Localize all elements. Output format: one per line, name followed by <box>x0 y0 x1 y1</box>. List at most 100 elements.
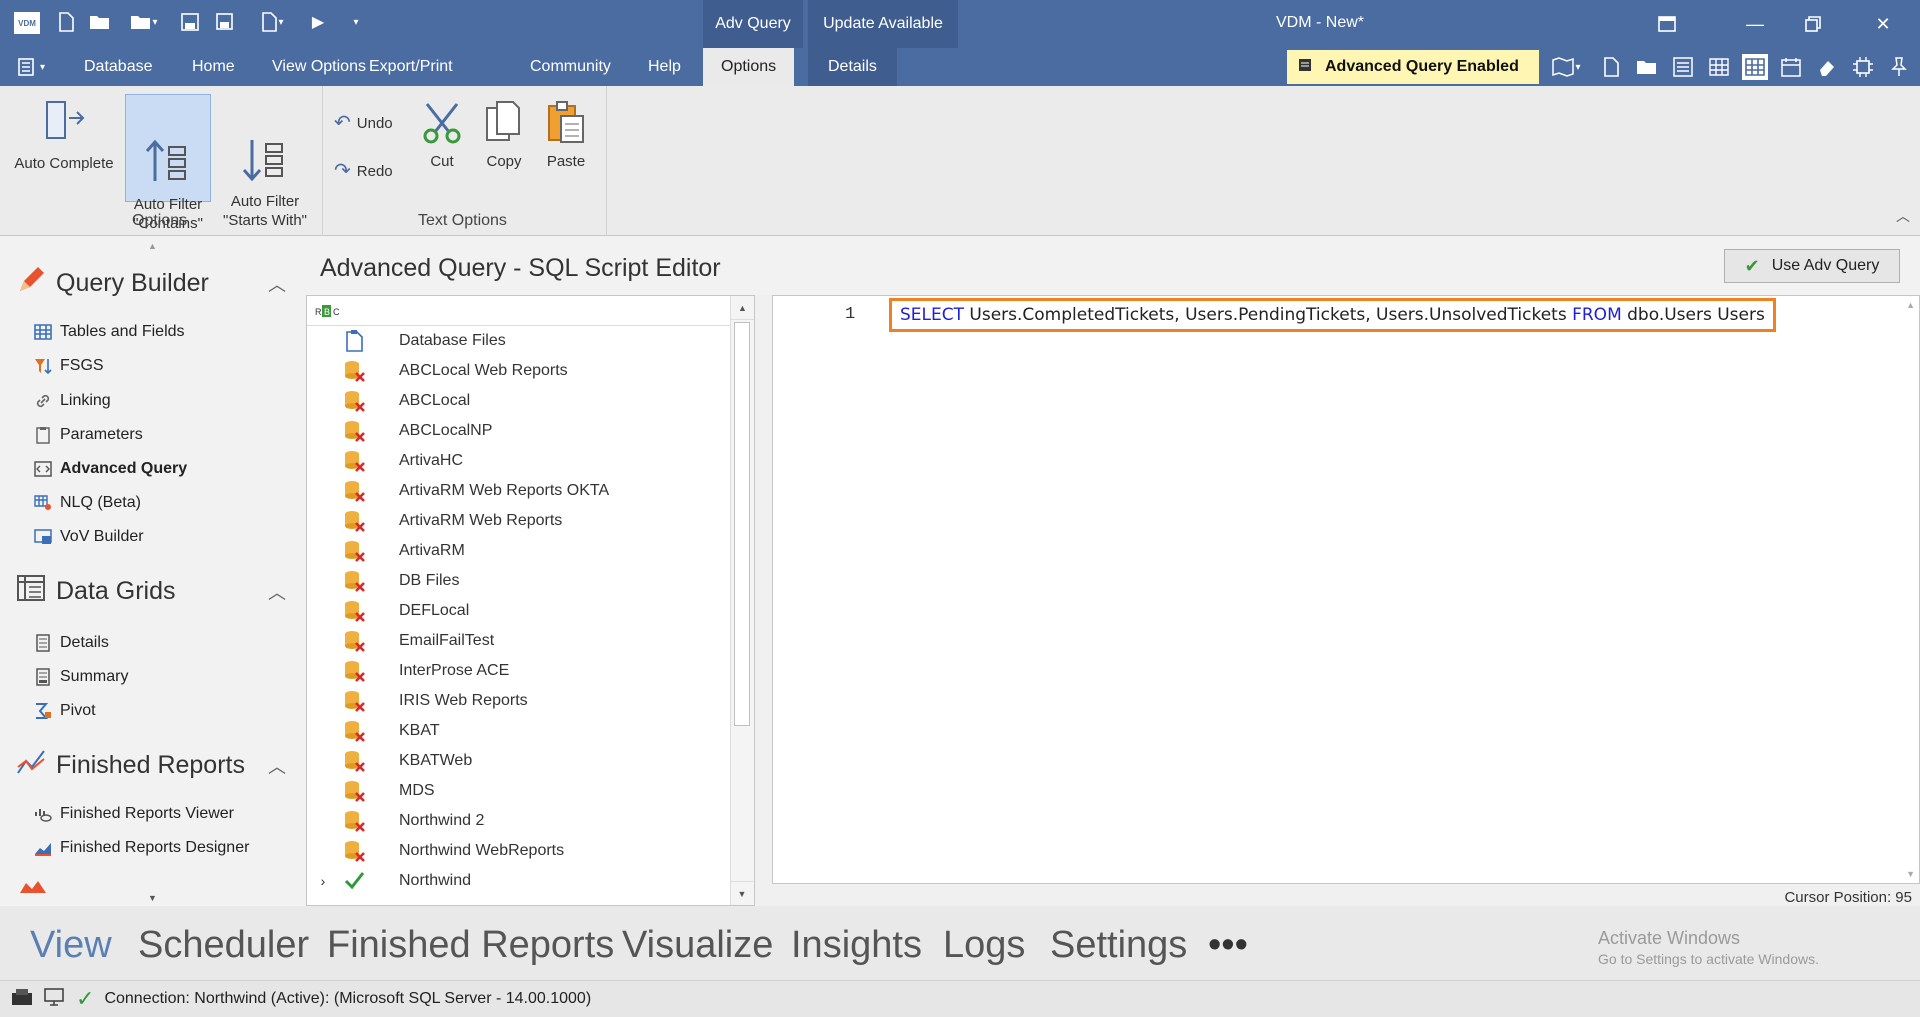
scroll-down-icon[interactable]: ▼ <box>148 893 157 903</box>
sidebar-item-vov-builder[interactable]: VoV Builder <box>34 528 144 546</box>
nav-visualize[interactable]: Visualize <box>622 924 773 967</box>
collapse-query-builder-icon[interactable]: ︿ <box>268 271 286 297</box>
tab-home[interactable]: Home <box>192 48 235 86</box>
tab-export-print[interactable]: Export/Print <box>369 48 453 86</box>
spellcheck-icon[interactable]: RBC <box>315 304 341 322</box>
undo-button[interactable]: ↶ Undo <box>334 110 406 136</box>
scroll-down-arrow-icon[interactable]: ▼ <box>731 881 753 905</box>
paste-button[interactable]: Paste <box>538 100 594 184</box>
folder-icon[interactable] <box>1634 54 1660 80</box>
collapse-finished-reports-icon[interactable]: ︿ <box>268 753 286 779</box>
expand-chevron-icon[interactable]: › <box>307 873 339 889</box>
nav-scheduler[interactable]: Scheduler <box>138 924 309 967</box>
collapse-data-grids-icon[interactable]: ︿ <box>268 579 286 605</box>
auto-complete-button[interactable]: Auto Complete <box>8 96 120 196</box>
run-icon[interactable]: ▶ <box>306 10 330 34</box>
editor-scroll-up-icon[interactable]: ▲ <box>1906 300 1915 310</box>
nav-view[interactable]: View <box>30 924 112 967</box>
sidebar-item-details[interactable]: Details <box>34 634 109 652</box>
list-item[interactable]: MDS <box>307 776 727 806</box>
list-item[interactable]: Northwind 2 <box>307 806 727 836</box>
section-query-builder[interactable]: Query Builder <box>16 265 209 302</box>
editor-scroll-down-icon[interactable]: ▼ <box>1906 869 1915 879</box>
list-item[interactable]: ABCLocalNP <box>307 416 727 446</box>
section-finished-reports[interactable]: Finished Reports <box>16 747 245 784</box>
sql-query-line[interactable]: SELECT Users.CompletedTickets, Users.Pen… <box>889 298 1776 332</box>
list-item[interactable]: KBATWeb <box>307 746 727 776</box>
list-item[interactable]: ArtivaRM <box>307 536 727 566</box>
list-item[interactable]: KBAT <box>307 716 727 746</box>
sidebar-item-finished-reports-designer[interactable]: Finished Reports Designer <box>34 839 249 857</box>
tile-view-icon[interactable] <box>1742 54 1768 80</box>
tab-view-options[interactable]: View Options <box>272 48 366 86</box>
auto-filter-contains-button[interactable]: Auto Filter "Contains" <box>125 94 211 232</box>
scroll-up-arrow-icon[interactable]: ▲ <box>731 296 754 320</box>
app-menu-icon[interactable]: ▾ <box>18 48 45 86</box>
pin-icon[interactable] <box>1886 54 1912 80</box>
tab-database[interactable]: Database <box>84 48 153 86</box>
list-item[interactable]: DB Files <box>307 566 727 596</box>
sidebar-item-tables-and-fields[interactable]: Tables and Fields <box>34 323 185 341</box>
export-icon[interactable]: ▾ <box>252 10 292 34</box>
list-item[interactable]: DEFLocal <box>307 596 727 626</box>
tab-options[interactable]: Options <box>703 48 795 86</box>
save-icon[interactable] <box>178 10 202 34</box>
list-item[interactable]: ArtivaHC <box>307 446 727 476</box>
nav-logs[interactable]: Logs <box>943 924 1025 967</box>
tab-details[interactable]: Details <box>808 48 897 86</box>
list-item[interactable]: ArtivaRM Web Reports OKTA <box>307 476 727 506</box>
nav-finished-reports[interactable]: Finished Reports <box>327 924 614 967</box>
save-as-icon[interactable] <box>214 10 238 34</box>
new-report-icon[interactable] <box>1598 54 1624 80</box>
list-item[interactable]: ABCLocal <box>307 386 727 416</box>
copy-button[interactable]: Copy <box>476 100 532 184</box>
open-folder-icon[interactable] <box>88 10 112 34</box>
list-item[interactable]: ABCLocal Web Reports <box>307 356 727 386</box>
list-view-icon[interactable] <box>1670 54 1696 80</box>
collapse-ribbon-icon[interactable]: ︿ <box>1896 206 1910 226</box>
sidebar-item-parameters[interactable]: Parameters <box>34 426 143 444</box>
list-item[interactable]: › Northwind <box>307 866 727 896</box>
scroll-up-icon[interactable]: ▲ <box>148 241 157 251</box>
sidebar-item-pivot[interactable]: Pivot <box>34 702 96 720</box>
context-tab-update-available[interactable]: Update Available <box>808 0 958 48</box>
scroll-thumb[interactable] <box>734 322 750 726</box>
list-item[interactable]: Database Files <box>307 326 727 356</box>
calendar-icon[interactable] <box>1778 54 1804 80</box>
new-file-icon[interactable] <box>54 10 78 34</box>
eraser-icon[interactable] <box>1814 54 1840 80</box>
sidebar-item-fsgs[interactable]: FSGS <box>34 357 104 375</box>
close-icon[interactable]: ✕ <box>1868 10 1898 38</box>
tab-help[interactable]: Help <box>648 48 681 86</box>
nav-insights[interactable]: Insights <box>791 924 922 967</box>
auto-filter-starts-with-button[interactable]: Auto Filter "Starts With" <box>215 96 315 229</box>
use-adv-query-button[interactable]: ✔ Use Adv Query <box>1724 249 1900 283</box>
cut-button[interactable]: Cut <box>414 100 470 184</box>
sidebar-item-nlq[interactable]: NLQ (Beta) <box>34 494 141 512</box>
nav-more-button[interactable]: ••• <box>1208 924 1248 967</box>
redo-button[interactable]: ↷ Redo <box>334 158 406 184</box>
context-tab-adv-query[interactable]: Adv Query <box>703 0 803 48</box>
sidebar-item-finished-reports-viewer[interactable]: Finished Reports Viewer <box>34 805 234 823</box>
tab-community[interactable]: Community <box>530 48 611 86</box>
settings-chip-icon[interactable] <box>1850 54 1876 80</box>
minimize-icon[interactable]: — <box>1740 10 1770 38</box>
sql-editor[interactable]: 1 SELECT Users.CompletedTickets, Users.P… <box>772 295 1920 884</box>
list-item[interactable]: InterProse ACE <box>307 656 727 686</box>
sidebar-item-summary[interactable]: Summary <box>34 668 128 686</box>
sidebar-item-linking[interactable]: Linking <box>34 392 111 410</box>
sidebar-item-advanced-query[interactable]: Advanced Query <box>34 460 187 478</box>
ribbon-display-options-icon[interactable] <box>1652 10 1682 38</box>
section-data-grids[interactable]: Data Grids <box>16 573 175 610</box>
list-item[interactable]: Northwind WebReports <box>307 836 727 866</box>
list-item[interactable]: EmailFailTest <box>307 626 727 656</box>
nav-settings[interactable]: Settings <box>1050 924 1187 967</box>
database-list-scrollbar[interactable]: ▲ ▼ <box>730 296 754 905</box>
list-item[interactable]: ArtivaRM Web Reports <box>307 506 727 536</box>
list-item[interactable]: IRIS Web Reports <box>307 686 727 716</box>
restore-icon[interactable] <box>1798 10 1828 38</box>
open-recent-icon[interactable]: ▾ <box>124 10 164 34</box>
map-icon[interactable]: ▾ <box>1546 54 1586 80</box>
grid-view-icon[interactable] <box>1706 54 1732 80</box>
customize-toolbar-icon[interactable]: ▾ <box>344 10 368 34</box>
